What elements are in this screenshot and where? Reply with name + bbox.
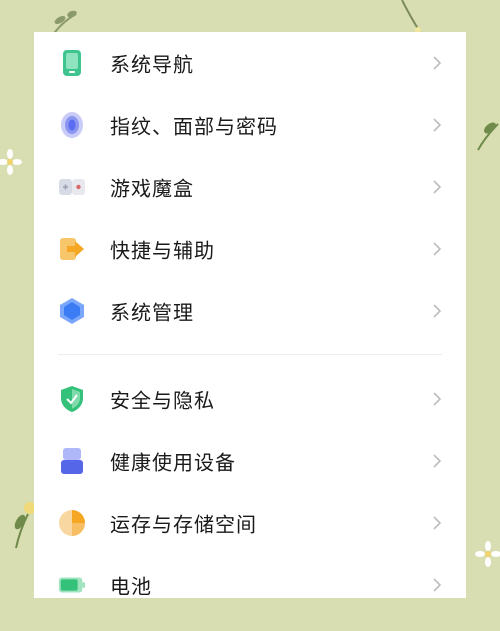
- settings-item-shortcuts-accessibility[interactable]: 快捷与辅助: [34, 218, 466, 280]
- gamepad-icon: [58, 173, 86, 201]
- hourglass-icon: [58, 447, 86, 475]
- settings-item-system-management[interactable]: 系统管理: [34, 280, 466, 342]
- settings-item-label: 游戏魔盒: [110, 176, 194, 201]
- settings-item-label: 系统导航: [110, 52, 194, 77]
- settings-item-label: 指纹、面部与密码: [110, 114, 278, 139]
- leaf-right-decoration: [477, 122, 499, 151]
- chevron-right-icon: [433, 242, 442, 256]
- chevron-right-icon: [433, 516, 442, 530]
- settings-item-label: 快捷与辅助: [110, 238, 215, 263]
- branch-top-right-decoration: [401, 0, 421, 33]
- chevron-right-icon: [433, 118, 442, 132]
- settings-item-game-box[interactable]: 游戏魔盒: [34, 156, 466, 218]
- battery-icon: [58, 571, 86, 598]
- section-divider: [58, 354, 442, 355]
- storage-pie-icon: [58, 509, 86, 537]
- chevron-right-icon: [433, 180, 442, 194]
- settings-item-ram-storage[interactable]: 运存与存储空间: [34, 492, 466, 554]
- settings-item-security-privacy[interactable]: 安全与隐私: [34, 368, 466, 430]
- phone-nav-icon: [58, 49, 86, 77]
- settings-item-fingerprint-face-password[interactable]: 指纹、面部与密码: [34, 94, 466, 156]
- hexagon-gear-icon: [58, 297, 86, 325]
- settings-item-system-navigation[interactable]: 系统导航: [34, 32, 466, 94]
- settings-item-battery[interactable]: 电池: [34, 554, 466, 598]
- chevron-right-icon: [433, 454, 442, 468]
- shield-check-icon: [58, 385, 86, 413]
- chevron-right-icon: [433, 578, 442, 592]
- fingerprint-icon: [58, 111, 86, 139]
- white-flower-left-decoration: [0, 149, 22, 175]
- chevron-right-icon: [433, 304, 442, 318]
- chevron-right-icon: [433, 392, 442, 406]
- settings-item-label: 电池: [110, 574, 152, 599]
- settings-item-label: 运存与存储空间: [110, 512, 257, 537]
- white-flower-bottom-right-decoration: [475, 541, 500, 567]
- shortcut-arrow-icon: [58, 235, 86, 263]
- settings-item-healthy-device-usage[interactable]: 健康使用设备: [34, 430, 466, 492]
- settings-item-label: 健康使用设备: [110, 450, 236, 475]
- settings-item-label: 系统管理: [110, 300, 194, 325]
- settings-item-label: 安全与隐私: [110, 388, 215, 413]
- chevron-right-icon: [433, 56, 442, 70]
- settings-list-card: 系统导航 指纹、面部与密码 游戏魔盒 快捷与辅助 系统管理 安全与隐私 健康使用…: [34, 32, 466, 598]
